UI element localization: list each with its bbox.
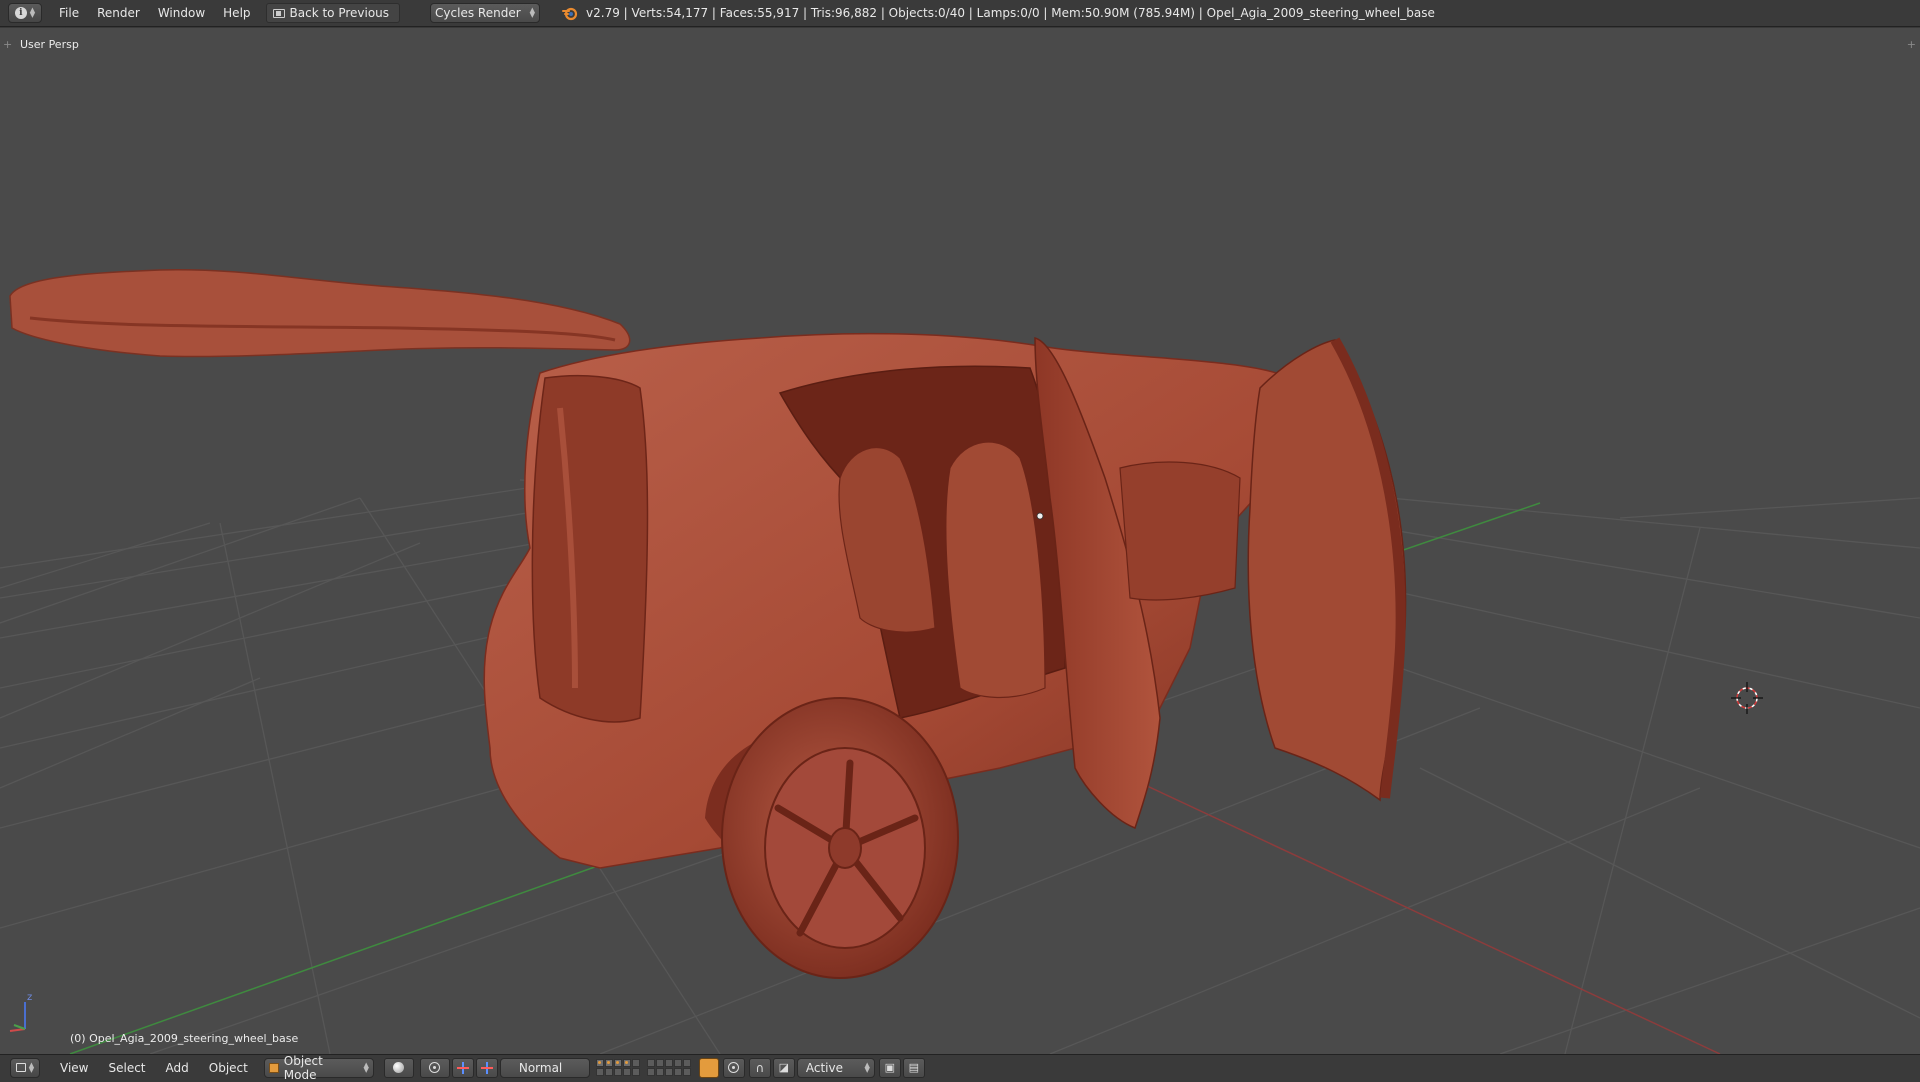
proportional-edit-icon xyxy=(728,1062,740,1073)
menu-add[interactable]: Add xyxy=(156,1055,199,1081)
menu-object[interactable]: Object xyxy=(199,1055,258,1081)
3d-view-header: ▲ ▼ View Select Add Object Object Mode ▲ ▼… xyxy=(0,1054,1920,1082)
region-toggle-left[interactable]: + xyxy=(3,38,12,51)
back-to-previous-label: Back to Previous xyxy=(289,6,390,20)
updown-arrows-icon: ▲ ▼ xyxy=(363,1060,369,1074)
active-object-label: (0) Opel_Agia_2009_steering_wheel_base xyxy=(70,1032,299,1045)
layer-button[interactable] xyxy=(613,1059,622,1067)
viewport-shading-dropdown[interactable] xyxy=(383,1057,414,1078)
interaction-mode-label: Object Mode xyxy=(283,1053,323,1082)
editor-type-selector-3dview[interactable]: ▲ ▼ xyxy=(10,1057,40,1078)
dashboard xyxy=(1119,461,1241,601)
3d-view-icon xyxy=(15,1063,26,1072)
layer-button[interactable] xyxy=(622,1059,631,1067)
layer-button[interactable] xyxy=(664,1059,673,1067)
view-name-label: User Persp xyxy=(20,38,79,51)
layer-button[interactable] xyxy=(655,1068,664,1076)
3d-view-menu: View Select Add Object xyxy=(50,1055,258,1081)
menu-render[interactable]: Render xyxy=(88,0,149,27)
layer-button[interactable] xyxy=(682,1068,691,1076)
layer-button[interactable] xyxy=(673,1068,682,1076)
manipulator-translate-button[interactable] xyxy=(475,1057,498,1078)
updown-arrows-icon: ▲ ▼ xyxy=(29,6,36,19)
proportional-editing-button[interactable] xyxy=(722,1057,745,1078)
layer-button[interactable] xyxy=(595,1059,604,1067)
info-header: i ▲ ▼ File Render Window Help Back to Pre… xyxy=(0,0,1920,27)
lock-camera-layers-icon[interactable] xyxy=(698,1057,719,1078)
layer-button[interactable] xyxy=(646,1068,655,1076)
pivot-point-dropdown[interactable] xyxy=(419,1057,450,1078)
transform-orientation-label: Normal xyxy=(518,1060,563,1075)
layer-button[interactable] xyxy=(613,1068,622,1076)
blender-logo-icon xyxy=(562,5,578,21)
snap-element-dropdown[interactable]: ◪ xyxy=(772,1057,795,1078)
axis-gizmo-label: z xyxy=(27,992,32,1003)
menu-select[interactable]: Select xyxy=(98,1055,155,1081)
pivot-point-icon xyxy=(429,1062,441,1073)
car-model[interactable] xyxy=(9,269,1407,979)
magnet-icon: ∩ xyxy=(755,1060,765,1075)
snap-target-label: Active xyxy=(805,1060,843,1075)
updown-arrows-icon: ▲ ▼ xyxy=(864,1060,870,1074)
3d-viewport[interactable]: z User Persp (0) Opel_Agia_2009_steering… xyxy=(0,28,1920,1054)
updown-arrows-icon: ▲ ▼ xyxy=(529,6,536,19)
layer-button[interactable] xyxy=(631,1068,640,1076)
layer-button[interactable] xyxy=(646,1059,655,1067)
render-still-icon: ▣ xyxy=(884,1061,896,1074)
layer-button[interactable] xyxy=(682,1059,691,1067)
snap-target-dropdown[interactable]: Active ▲ ▼ xyxy=(796,1057,875,1078)
layer-button[interactable] xyxy=(655,1059,664,1067)
scene-layers[interactable] xyxy=(595,1059,691,1076)
layer-button[interactable] xyxy=(664,1068,673,1076)
x-axis-line xyxy=(1129,777,1721,1054)
interaction-mode-dropdown[interactable]: Object Mode ▲ ▼ xyxy=(263,1054,374,1082)
layer-block-2[interactable] xyxy=(646,1059,691,1076)
menu-file[interactable]: File xyxy=(50,0,88,27)
object-origin xyxy=(1036,512,1044,520)
updown-arrows-icon: ▲ ▼ xyxy=(28,1060,35,1074)
info-icon: i xyxy=(14,7,27,19)
transform-orientation-dropdown[interactable]: Normal xyxy=(499,1057,590,1078)
solid-shading-icon xyxy=(393,1062,405,1073)
object-mode-icon xyxy=(268,1062,279,1073)
render-engine-dropdown[interactable]: Cycles Render ▲ ▼ xyxy=(430,3,541,23)
y-axis-line xyxy=(69,857,621,1054)
snap-toggle[interactable]: ∩ xyxy=(748,1057,771,1078)
layer-button[interactable] xyxy=(595,1068,604,1076)
editor-type-selector[interactable]: i ▲ ▼ xyxy=(8,3,42,23)
layer-button[interactable] xyxy=(604,1068,613,1076)
layer-block-1[interactable] xyxy=(595,1059,640,1076)
tailgate[interactable] xyxy=(9,269,631,358)
scene-statistics: v2.79 | Verts:54,177 | Faces:55,917 | Tr… xyxy=(586,6,1435,20)
transform-manipulator-icon xyxy=(456,1061,469,1074)
region-toggle-right[interactable]: + xyxy=(1907,38,1916,51)
menu-view[interactable]: View xyxy=(50,1055,98,1081)
translate-arrows-icon xyxy=(480,1061,493,1074)
3d-cursor[interactable] xyxy=(1731,682,1763,714)
layer-button[interactable] xyxy=(673,1059,682,1067)
render-engine-label: Cycles Render xyxy=(435,6,521,20)
menu-help[interactable]: Help xyxy=(214,0,259,27)
back-to-previous-button[interactable]: Back to Previous xyxy=(265,3,401,23)
layer-button[interactable] xyxy=(622,1068,631,1076)
viewport-scene[interactable]: z xyxy=(0,28,1920,1054)
layer-button[interactable] xyxy=(604,1059,613,1067)
render-animation-icon: ▤ xyxy=(908,1061,920,1074)
layer-button[interactable] xyxy=(631,1059,640,1067)
opengl-render-button[interactable]: ▣ xyxy=(878,1057,901,1078)
axis-gizmo: z xyxy=(9,992,32,1032)
cargo-opening xyxy=(531,374,649,723)
screen-back-icon xyxy=(272,8,285,18)
snap-element-icon: ◪ xyxy=(778,1061,790,1074)
menu-window[interactable]: Window xyxy=(149,0,214,27)
opengl-render-animation-button[interactable]: ▤ xyxy=(902,1057,925,1078)
main-menu: File Render Window Help xyxy=(50,0,260,27)
manipulator-toggle[interactable] xyxy=(451,1057,474,1078)
front-door-open[interactable] xyxy=(1247,339,1407,802)
